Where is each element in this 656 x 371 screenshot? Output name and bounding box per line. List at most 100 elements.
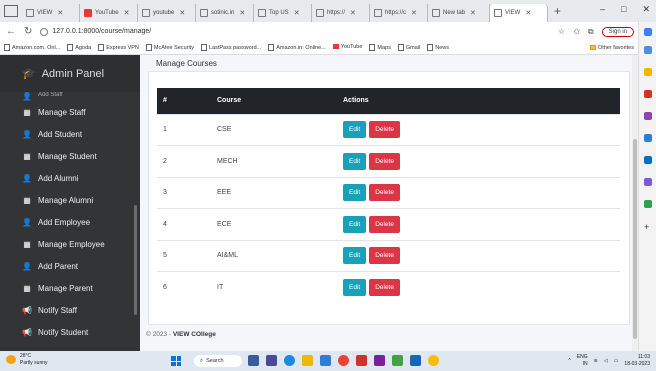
bookmark-item[interactable]: Express VPN xyxy=(98,44,139,51)
browser-tab[interactable]: New tab ✕ xyxy=(428,3,490,22)
sidebar-item-add-parent[interactable]: 👤 Add Parent xyxy=(0,255,140,277)
close-tab-icon[interactable]: ✕ xyxy=(294,9,300,17)
sidebar-item-add-employee[interactable]: 👤 Add Employee xyxy=(0,211,140,233)
browser-tab[interactable]: VIEW ✕ xyxy=(22,3,80,22)
chrome-icon[interactable] xyxy=(320,355,331,366)
outlook-icon[interactable] xyxy=(644,156,652,164)
bookmark-item[interactable]: News xyxy=(427,44,449,51)
minimize-icon[interactable]: – xyxy=(600,4,605,15)
url-field[interactable]: 127.0.0.1:8000/course/manage/ xyxy=(40,27,550,36)
taskbar-search[interactable]: ⌕ Search xyxy=(194,355,242,367)
close-tab-icon[interactable]: ✕ xyxy=(350,9,356,17)
close-tab-icon[interactable]: ✕ xyxy=(411,9,417,17)
browser-tab[interactable]: VIEW ✕ xyxy=(490,3,548,22)
browser-tab[interactable]: sotinic.in ✕ xyxy=(196,3,254,22)
sidebar-item-manage-staff[interactable]: ▦ Manage Staff xyxy=(0,101,140,123)
edit-button[interactable]: Edit xyxy=(343,247,367,265)
delete-button[interactable]: Delete xyxy=(369,279,400,296)
file-explorer-icon[interactable] xyxy=(302,355,313,366)
wifi-icon[interactable]: ≋ xyxy=(594,358,598,364)
browser-tab[interactable]: Top US ✕ xyxy=(254,3,312,22)
sidebar-item-manage-alumni[interactable]: ▦ Manage Alumni xyxy=(0,189,140,211)
delete-button[interactable]: Delete xyxy=(369,152,400,170)
start-button[interactable] xyxy=(171,356,181,366)
store-icon[interactable] xyxy=(374,355,385,366)
window-menu-icon[interactable] xyxy=(4,5,18,17)
sidebar-item-notify-student[interactable]: 📢 Notify Student xyxy=(0,321,140,343)
bookmark-item[interactable]: Gmail xyxy=(397,44,420,51)
task-view-icon[interactable] xyxy=(248,355,259,366)
close-tab-icon[interactable]: ✕ xyxy=(179,9,185,17)
sign-in-button[interactable]: Sign in xyxy=(601,26,634,37)
sidebar-item-notify-staff[interactable]: 📢 Notify Staff xyxy=(0,299,140,321)
chrome-app-icon[interactable] xyxy=(338,355,349,366)
volume-icon[interactable]: ◁ xyxy=(604,358,608,364)
close-tab-icon[interactable]: ✕ xyxy=(57,9,63,17)
edit-button[interactable]: Edit xyxy=(343,121,367,139)
page-scrollbar[interactable] xyxy=(632,55,638,351)
site-info-icon[interactable] xyxy=(40,27,49,36)
other-favorites[interactable]: Other favorites xyxy=(589,45,634,51)
close-tab-icon[interactable]: ✕ xyxy=(470,9,476,17)
sidebar-item-add-alumni[interactable]: 👤 Add Alumni xyxy=(0,167,140,189)
browser-tab[interactable]: youtube ✕ xyxy=(138,3,196,22)
delete-button[interactable]: Delete xyxy=(369,215,400,233)
search-icon[interactable] xyxy=(644,46,652,54)
close-tab-icon[interactable]: ✕ xyxy=(525,9,531,17)
sidebar-brand[interactable]: 🎓 Admin Panel xyxy=(0,55,140,92)
browser-tab[interactable]: https:// ✕ xyxy=(312,3,370,22)
tools-icon[interactable] xyxy=(644,90,652,98)
office-app-icon[interactable] xyxy=(356,355,367,366)
sidebar-item-manage-parent[interactable]: ▦ Manage Parent xyxy=(0,277,140,299)
sidebar-item-manage-student[interactable]: ▦ Manage Student xyxy=(0,145,140,167)
weather-icon[interactable] xyxy=(6,355,16,364)
favorites-icon[interactable]: ✩ xyxy=(573,27,580,36)
drop-icon[interactable] xyxy=(644,178,652,186)
refresh-icon[interactable]: ↻ xyxy=(24,26,32,37)
scroll-thumb[interactable] xyxy=(633,139,637,339)
bing-icon[interactable] xyxy=(644,28,652,36)
shopping-icon[interactable] xyxy=(644,68,652,76)
collections-icon[interactable]: ⧉ xyxy=(588,27,594,37)
teams-icon[interactable] xyxy=(266,355,277,366)
sidebar-item-manage-employee[interactable]: ▦ Manage Employee xyxy=(0,233,140,255)
bookmark-item[interactable]: LastPass password... xyxy=(200,44,261,51)
delete-button[interactable]: Delete xyxy=(369,184,400,202)
language-indicator[interactable]: ENG IN xyxy=(577,354,588,368)
sidebar-scrollbar[interactable] xyxy=(134,205,137,315)
tree-icon[interactable] xyxy=(644,200,652,208)
edit-button[interactable]: Edit xyxy=(343,279,367,296)
sidebar-item-add-staff[interactable]: 👤 Add Staff xyxy=(0,92,140,101)
office-icon[interactable] xyxy=(644,134,652,142)
edge-icon[interactable] xyxy=(284,355,295,366)
games-icon[interactable] xyxy=(644,112,652,120)
edit-button[interactable]: Edit xyxy=(343,184,367,202)
bookmark-item[interactable]: Maps xyxy=(369,44,391,51)
bookmark-item[interactable]: Amazon.com. Onl... xyxy=(4,44,60,51)
delete-button[interactable]: Delete xyxy=(369,121,400,139)
delete-button[interactable]: Delete xyxy=(369,247,400,265)
edit-button[interactable]: Edit xyxy=(343,215,367,233)
browser-tab[interactable]: https://c ✕ xyxy=(370,3,428,22)
clock[interactable]: 11:03 18-03-2023 xyxy=(624,354,650,368)
weather-widget[interactable]: 28°C Partly sunny xyxy=(20,353,48,367)
bookmark-item[interactable]: Agoda xyxy=(67,44,91,51)
vscode-icon[interactable] xyxy=(410,355,421,366)
bookmark-item[interactable]: McAfee Security xyxy=(145,44,194,51)
sidebar-item-add-student[interactable]: 👤 Add Student xyxy=(0,123,140,145)
battery-icon[interactable]: ▭ xyxy=(614,358,619,364)
browser-tab[interactable]: YouTube ✕ xyxy=(80,3,138,22)
chevron-up-icon[interactable]: ^ xyxy=(568,358,570,364)
close-icon[interactable]: ✕ xyxy=(642,4,650,15)
star-icon[interactable]: ☆ xyxy=(558,27,565,36)
bookmark-item[interactable]: YouTube xyxy=(332,44,362,51)
chrome-alt-icon[interactable] xyxy=(428,355,439,366)
back-icon[interactable]: ← xyxy=(6,26,16,37)
app-icon[interactable] xyxy=(392,355,403,366)
new-tab-button[interactable]: + xyxy=(554,4,561,18)
maximize-icon[interactable]: □ xyxy=(621,4,626,15)
close-tab-icon[interactable]: ✕ xyxy=(124,9,130,17)
add-icon[interactable]: + xyxy=(644,222,652,232)
edit-button[interactable]: Edit xyxy=(343,152,367,170)
close-tab-icon[interactable]: ✕ xyxy=(239,9,245,17)
